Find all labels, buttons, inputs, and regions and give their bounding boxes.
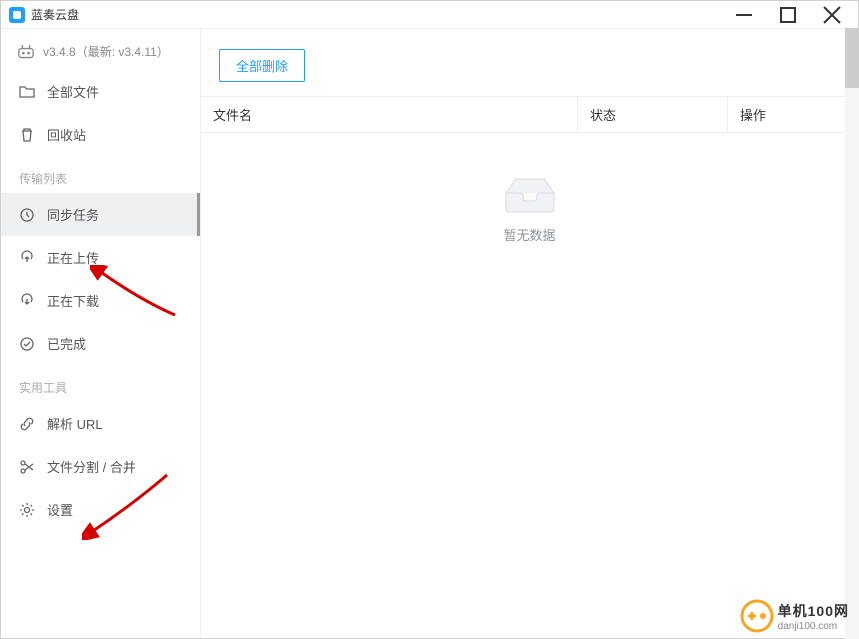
main-panel: 全部删除 文件名 状态 操作 暂无数据 — [201, 29, 858, 638]
version-label: v3.4.8（最新: v3.4.11） — [43, 43, 169, 60]
scissors-icon — [19, 459, 35, 475]
folder-icon — [19, 84, 35, 100]
watermark: 单机100网 danji100.com — [740, 599, 849, 633]
sidebar-item-settings[interactable]: 设置 — [1, 488, 200, 531]
minimize-button[interactable] — [734, 5, 754, 25]
check-icon — [19, 336, 35, 352]
sidebar-item-sync[interactable]: 同步任务 — [1, 193, 200, 236]
sidebar-item-downloading[interactable]: 正在下载 — [1, 279, 200, 322]
sidebar-item-all-files[interactable]: 全部文件 — [1, 70, 200, 113]
delete-all-button[interactable]: 全部删除 — [219, 49, 305, 82]
sidebar-section-tools: 实用工具 — [1, 365, 200, 402]
watermark-logo-icon — [740, 599, 774, 633]
empty-state: 暂无数据 — [201, 133, 858, 638]
watermark-text-1: 单机100网 — [778, 601, 849, 621]
titlebar: 蓝奏云盘 — [1, 1, 858, 29]
scrollbar-thumb[interactable] — [845, 28, 859, 88]
sidebar-item-recycle[interactable]: 回收站 — [1, 113, 200, 156]
close-button[interactable] — [822, 5, 842, 25]
sidebar-section-transfer: 传输列表 — [1, 156, 200, 193]
sidebar-item-label: 正在下载 — [47, 291, 99, 310]
link-icon — [19, 416, 35, 432]
upload-icon — [19, 250, 35, 266]
app-icon — [9, 7, 25, 23]
sync-icon — [19, 207, 35, 223]
maximize-button[interactable] — [778, 5, 798, 25]
window-title: 蓝奏云盘 — [31, 6, 79, 23]
scrollbar[interactable] — [845, 28, 859, 639]
sidebar-item-label: 正在上传 — [47, 248, 99, 267]
sidebar-item-label: 回收站 — [47, 125, 86, 144]
watermark-text-2: danji100.com — [778, 621, 849, 632]
sidebar-item-split-merge[interactable]: 文件分割 / 合并 — [1, 445, 200, 488]
sidebar-item-label: 同步任务 — [47, 205, 99, 224]
sidebar-item-parse-url[interactable]: 解析 URL — [1, 402, 200, 445]
trash-icon — [19, 127, 35, 143]
gear-icon — [19, 502, 35, 518]
sidebar-item-label: 已完成 — [47, 334, 86, 353]
column-status[interactable]: 状态 — [578, 97, 728, 132]
download-icon — [19, 293, 35, 309]
sidebar-item-uploading[interactable]: 正在上传 — [1, 236, 200, 279]
empty-text: 暂无数据 — [503, 225, 555, 244]
empty-icon — [498, 173, 562, 215]
sidebar-item-label: 解析 URL — [47, 414, 103, 433]
sidebar-item-label: 全部文件 — [47, 82, 99, 101]
sidebar-item-label: 文件分割 / 合并 — [47, 457, 136, 476]
column-filename[interactable]: 文件名 — [201, 97, 578, 132]
sidebar-item-completed[interactable]: 已完成 — [1, 322, 200, 365]
column-action[interactable]: 操作 — [728, 97, 858, 132]
sidebar-item-label: 设置 — [47, 500, 73, 519]
table-header: 文件名 状态 操作 — [201, 96, 858, 133]
github-icon — [17, 45, 35, 59]
version-info[interactable]: v3.4.8（最新: v3.4.11） — [1, 29, 200, 70]
sidebar: v3.4.8（最新: v3.4.11） 全部文件 回收站 传输列表 同步任 — [1, 29, 201, 638]
